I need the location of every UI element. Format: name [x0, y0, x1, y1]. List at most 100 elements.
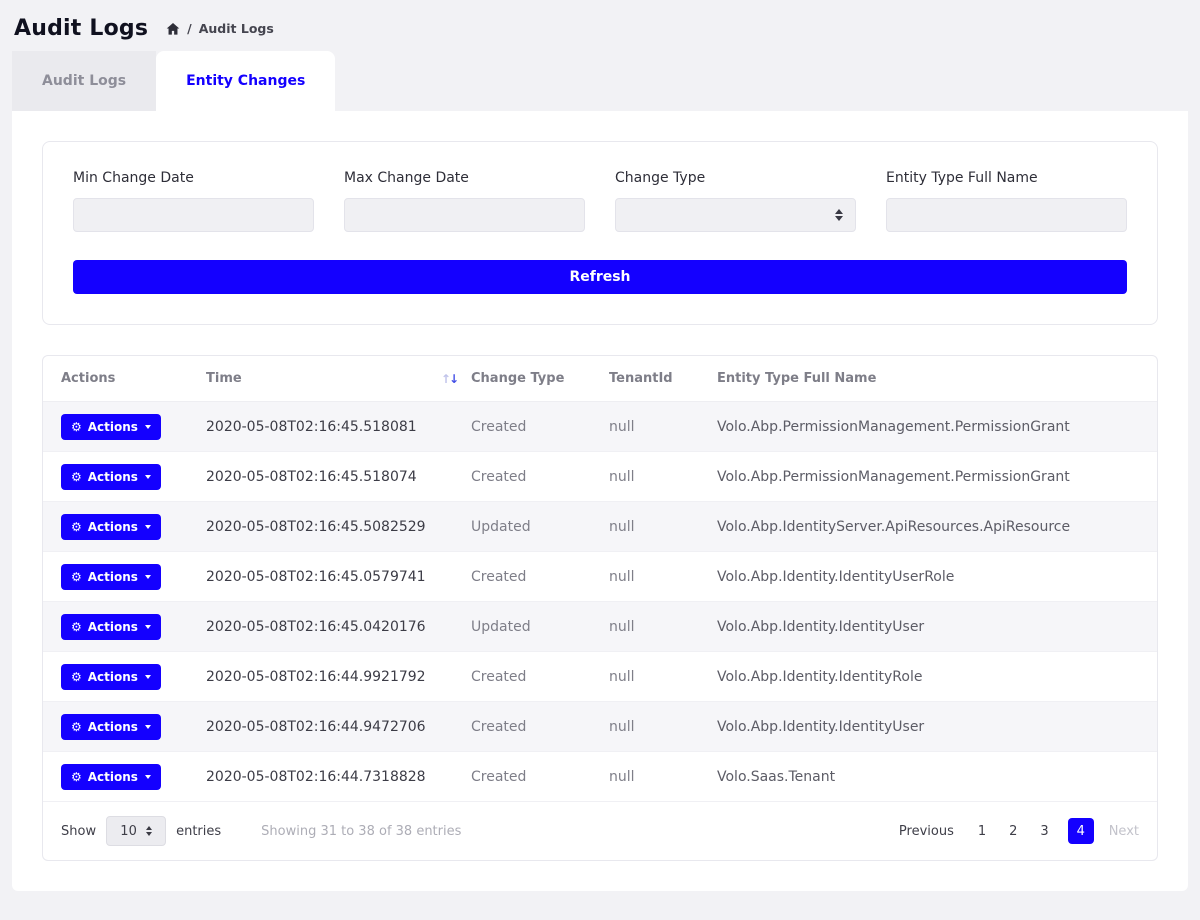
cell-tenant-id: null [609, 719, 717, 735]
row-actions-button[interactable]: ⚙ Actions [61, 664, 161, 690]
cell-change-type: Created [471, 719, 609, 735]
column-header-change-type: Change Type [471, 371, 609, 386]
entries-label: entries [176, 824, 221, 839]
min-change-date-input[interactable] [73, 198, 314, 232]
table-row: ⚙ Actions 2020-05-08T02:16:45.518081 Crea… [43, 402, 1157, 452]
row-actions-label: Actions [88, 420, 138, 434]
cell-change-type: Created [471, 669, 609, 685]
gear-icon: ⚙ [71, 471, 82, 483]
row-actions-button[interactable]: ⚙ Actions [61, 714, 161, 740]
select-updown-icon [835, 209, 843, 221]
max-change-date-input[interactable] [344, 198, 585, 232]
caret-down-icon [145, 425, 151, 429]
pagination-page-1[interactable]: 1 [974, 824, 990, 839]
pagination-previous[interactable]: Previous [899, 824, 954, 839]
select-updown-icon [146, 826, 152, 836]
filter-min-change-date: Min Change Date [73, 170, 314, 232]
caret-down-icon [145, 725, 151, 729]
cell-tenant-id: null [609, 519, 717, 535]
row-actions-label: Actions [88, 720, 138, 734]
cell-change-type: Created [471, 769, 609, 785]
row-actions-button[interactable]: ⚙Actions [61, 514, 161, 540]
cell-tenant-id: null [609, 469, 717, 485]
sort-down-icon: ↓ [449, 372, 457, 386]
caret-down-icon [145, 525, 151, 529]
table-footer: Show 10 entries Showing 31 to 38 of 38 e… [43, 802, 1157, 860]
pagination: Previous 1 2 3 4 Next [899, 818, 1139, 844]
entries-summary: Showing 31 to 38 of 38 entries [261, 824, 461, 839]
max-change-date-label: Max Change Date [344, 170, 585, 186]
cell-change-type: Created [471, 569, 609, 585]
gear-icon: ⚙ [71, 421, 82, 433]
cell-entity-type: Volo.Abp.IdentityServer.ApiResources.Api… [717, 519, 1139, 535]
cell-tenant-id: null [609, 419, 717, 435]
sort-icon[interactable]: ↑↓ [441, 372, 457, 386]
tab-audit-logs[interactable]: Audit Logs [12, 51, 156, 111]
change-type-select[interactable] [615, 198, 856, 232]
cell-time: 2020-05-08T02:16:45.0420176 [206, 619, 471, 635]
filter-entity-type-full-name: Entity Type Full Name [886, 170, 1127, 232]
cell-time: 2020-05-08T02:16:45.518081 [206, 419, 471, 435]
cell-entity-type: Volo.Abp.Identity.IdentityRole [717, 669, 1139, 685]
page-size-select[interactable]: 10 [106, 816, 166, 846]
page-header: Audit Logs / Audit Logs [0, 0, 1200, 51]
pagination-page-3[interactable]: 3 [1036, 824, 1052, 839]
cell-change-type: Updated [471, 519, 609, 535]
pagination-next[interactable]: Next [1109, 824, 1139, 839]
cell-time: 2020-05-08T02:16:44.7318828 [206, 769, 471, 785]
caret-down-icon [145, 625, 151, 629]
cell-entity-type: Volo.Saas.Tenant [717, 769, 1139, 785]
cell-time: 2020-05-08T02:16:45.518074 [206, 469, 471, 485]
row-actions-label: Actions [88, 570, 138, 584]
row-actions-button[interactable]: ⚙ Actions [61, 764, 161, 790]
row-actions-button[interactable]: ⚙ Actions [61, 564, 161, 590]
row-actions-label: Actions [88, 620, 138, 634]
row-actions-button[interactable]: ⚙ Actions [61, 464, 161, 490]
gear-icon: ⚙ [71, 771, 82, 783]
cell-time: 2020-05-08T02:16:45.5082529 [206, 519, 471, 535]
table-row: ⚙ Actions 2020-05-08T02:16:44.9921792 Cre… [43, 652, 1157, 702]
sort-up-icon: ↑ [441, 372, 449, 386]
caret-down-icon [145, 475, 151, 479]
entity-changes-table: Actions Time ↑↓ Change Type TenantId Ent… [42, 355, 1158, 861]
cell-change-type: Created [471, 469, 609, 485]
column-header-actions: Actions [61, 371, 206, 386]
row-actions-label: Actions [88, 670, 138, 684]
change-type-label: Change Type [615, 170, 856, 186]
column-header-tenant-id: TenantId [609, 371, 717, 386]
refresh-button[interactable]: Refresh [73, 260, 1127, 294]
cell-change-type: Updated [471, 619, 609, 635]
row-actions-button[interactable]: ⚙ Actions [61, 414, 161, 440]
filter-max-change-date: Max Change Date [344, 170, 585, 232]
caret-down-icon [145, 675, 151, 679]
row-actions-button[interactable]: ⚙Actions [61, 614, 161, 640]
pagination-page-4-active[interactable]: 4 [1068, 818, 1094, 844]
cell-entity-type: Volo.Abp.PermissionManagement.Permission… [717, 419, 1139, 435]
column-header-entity-type: Entity Type Full Name [717, 371, 1139, 386]
pagination-page-2[interactable]: 2 [1005, 824, 1021, 839]
breadcrumb-separator: / [187, 21, 192, 36]
row-actions-label: Actions [88, 470, 138, 484]
cell-change-type: Created [471, 419, 609, 435]
gear-icon: ⚙ [71, 521, 82, 533]
cell-time: 2020-05-08T02:16:44.9472706 [206, 719, 471, 735]
gear-icon: ⚙ [71, 571, 82, 583]
cell-time: 2020-05-08T02:16:45.0579741 [206, 569, 471, 585]
tab-entity-changes[interactable]: Entity Changes [156, 51, 335, 111]
home-icon[interactable] [166, 22, 180, 36]
gear-icon: ⚙ [71, 721, 82, 733]
show-label: Show [61, 824, 96, 839]
table-row: ⚙ Actions 2020-05-08T02:16:44.7318828 Cre… [43, 752, 1157, 802]
row-actions-label: Actions [88, 770, 138, 784]
min-change-date-label: Min Change Date [73, 170, 314, 186]
cell-time: 2020-05-08T02:16:44.9921792 [206, 669, 471, 685]
cell-entity-type: Volo.Abp.Identity.IdentityUser [717, 719, 1139, 735]
gear-icon: ⚙ [71, 671, 82, 683]
column-header-time[interactable]: Time ↑↓ [206, 371, 471, 386]
table-row: ⚙ Actions 2020-05-08T02:16:44.9472706 Cre… [43, 702, 1157, 752]
entity-type-full-name-input[interactable] [886, 198, 1127, 232]
cell-tenant-id: null [609, 619, 717, 635]
cell-tenant-id: null [609, 669, 717, 685]
content-card: Min Change Date Max Change Date Change T… [12, 111, 1188, 891]
table-row: ⚙Actions 2020-05-08T02:16:45.0420176 Upd… [43, 602, 1157, 652]
